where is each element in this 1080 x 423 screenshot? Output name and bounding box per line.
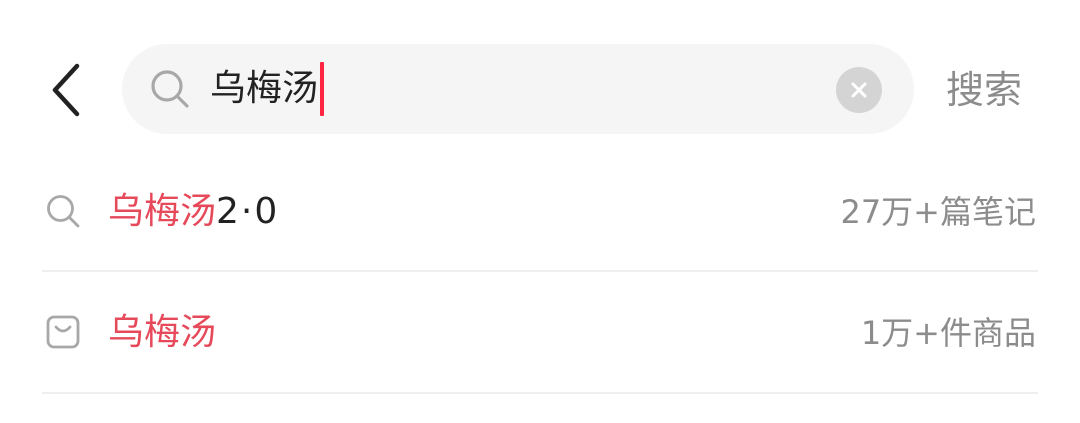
suggestion-highlight: 乌梅汤: [108, 312, 217, 353]
close-icon: [851, 82, 867, 98]
chevron-left-icon: [52, 63, 80, 117]
search-query-text[interactable]: 乌梅汤: [210, 62, 325, 116]
shopping-bag-icon: [46, 315, 80, 349]
search-screen: 乌梅汤 搜索 乌梅汤2·0 27万+篇笔记 乌梅汤 1万+件商品: [0, 0, 1080, 423]
suggestion-item-notes[interactable]: 乌梅汤2·0 27万+篇笔记: [0, 150, 1080, 271]
suggestion-count: 1万+件商品: [860, 314, 1036, 352]
search-input[interactable]: 乌梅汤: [122, 44, 914, 134]
divider: [42, 392, 1038, 394]
suggestion-item-products[interactable]: 乌梅汤 1万+件商品: [0, 271, 1080, 392]
suggestion-rest: 2·0: [216, 191, 280, 232]
text-caret: [320, 62, 325, 116]
suggestion-list: 乌梅汤2·0 27万+篇笔记 乌梅汤 1万+件商品: [0, 150, 1080, 394]
search-query-value: 乌梅汤: [210, 68, 319, 109]
search-icon: [151, 70, 189, 108]
clear-input-button[interactable]: [836, 67, 882, 113]
search-icon: [47, 195, 80, 228]
back-button[interactable]: [38, 56, 94, 124]
suggestion-label: 乌梅汤: [108, 309, 216, 357]
suggestion-label: 乌梅汤2·0: [108, 188, 279, 236]
suggestion-count: 27万+篇笔记: [840, 193, 1036, 231]
search-submit-button[interactable]: 搜索: [946, 62, 1022, 118]
suggestion-highlight: 乌梅汤: [108, 191, 217, 232]
